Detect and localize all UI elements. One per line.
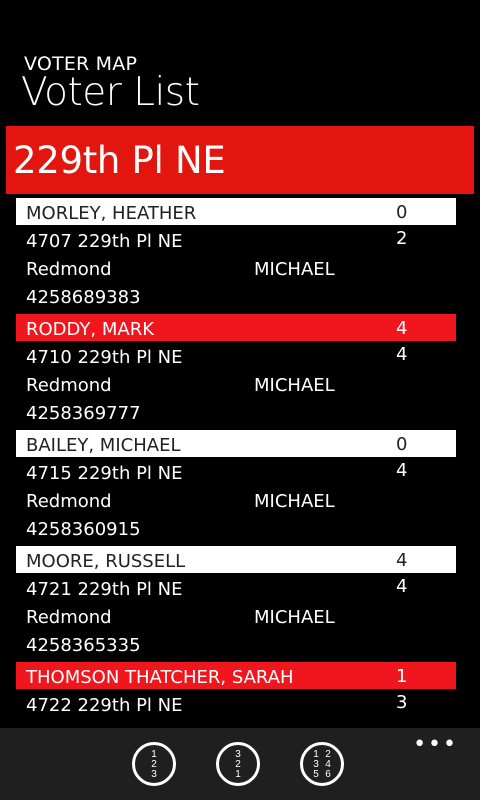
voter-address: 4715 229th Pl NE <box>26 463 183 484</box>
voter-contact-name: MICHAEL <box>254 375 335 396</box>
voter-household-count: 4 <box>396 460 408 481</box>
street-header[interactable]: 229th Pl NE <box>6 126 474 194</box>
voter-phone[interactable]: 4258360915 <box>26 519 141 541</box>
more-menu-icon[interactable]: ••• <box>413 732 458 757</box>
voter-name: THOMSON THATCHER, SARAH <box>26 667 294 688</box>
voter-contact-name: MICHAEL <box>254 259 335 280</box>
sort-descending-icon[interactable]: 3 2 1 <box>216 742 260 786</box>
voter-score: 4 <box>396 318 408 339</box>
list-item[interactable]: BAILEY, MICHAEL 0 4715 229th Pl NE 4 Red… <box>16 430 456 546</box>
voter-name: MOORE, RUSSELL <box>26 551 186 572</box>
voter-score: 0 <box>396 434 408 455</box>
voter-score: 1 <box>396 666 408 687</box>
voter-name-bar[interactable]: MORLEY, HEATHER 0 <box>16 198 456 225</box>
svg-text:1: 1 <box>235 769 241 780</box>
voter-name: BAILEY, MICHAEL <box>26 435 181 456</box>
voter-city: Redmond <box>26 491 112 512</box>
voter-name: RODDY, MARK <box>26 319 155 340</box>
voter-household-count: 4 <box>396 576 408 597</box>
list-item[interactable]: MOORE, RUSSELL 4 4721 229th Pl NE 4 Redm… <box>16 546 456 662</box>
voter-city: Redmond <box>26 375 112 396</box>
voter-address: 4710 229th Pl NE <box>26 347 183 368</box>
voter-household-count: 3 <box>396 692 408 713</box>
voter-address: 4707 229th Pl NE <box>26 231 183 252</box>
svg-text:3: 3 <box>151 769 157 780</box>
svg-text:5: 5 <box>313 769 319 780</box>
voter-name-bar[interactable]: MOORE, RUSSELL 4 <box>16 546 456 573</box>
sort-ascending-icon[interactable]: 1 2 3 <box>132 742 176 786</box>
voter-address: 4722 229th Pl NE <box>26 695 183 716</box>
sort-odd-even-icon[interactable]: 1 3 5 2 4 6 <box>300 742 344 786</box>
voter-phone[interactable]: 4258689383 <box>26 287 141 309</box>
voter-contact-name: MICHAEL <box>254 607 335 628</box>
voter-contact-name: MICHAEL <box>254 491 335 512</box>
voter-household-count: 4 <box>396 344 408 365</box>
voter-list[interactable]: MORLEY, HEATHER 0 4707 229th Pl NE 2 Red… <box>16 198 456 778</box>
voter-name-bar[interactable]: THOMSON THATCHER, SARAH 1 <box>16 662 456 689</box>
list-item[interactable]: RODDY, MARK 4 4710 229th Pl NE 4 Redmond… <box>16 314 456 430</box>
voter-household-count: 2 <box>396 228 408 249</box>
voter-name: MORLEY, HEATHER <box>26 203 197 224</box>
voter-phone[interactable]: 4258365335 <box>26 635 141 657</box>
voter-score: 0 <box>396 202 408 223</box>
list-item[interactable]: MORLEY, HEATHER 0 4707 229th Pl NE 2 Red… <box>16 198 456 314</box>
voter-score: 4 <box>396 550 408 571</box>
voter-name-bar[interactable]: BAILEY, MICHAEL 0 <box>16 430 456 457</box>
voter-phone[interactable]: 4258369777 <box>26 403 141 425</box>
svg-text:6: 6 <box>325 769 331 780</box>
voter-city: Redmond <box>26 607 112 628</box>
page-title: Voter List <box>21 70 200 115</box>
voter-address: 4721 229th Pl NE <box>26 579 183 600</box>
voter-city: Redmond <box>26 259 112 280</box>
app-bar: 1 2 3 3 2 1 1 3 5 2 4 6 ••• <box>0 728 480 800</box>
voter-name-bar[interactable]: RODDY, MARK 4 <box>16 314 456 341</box>
